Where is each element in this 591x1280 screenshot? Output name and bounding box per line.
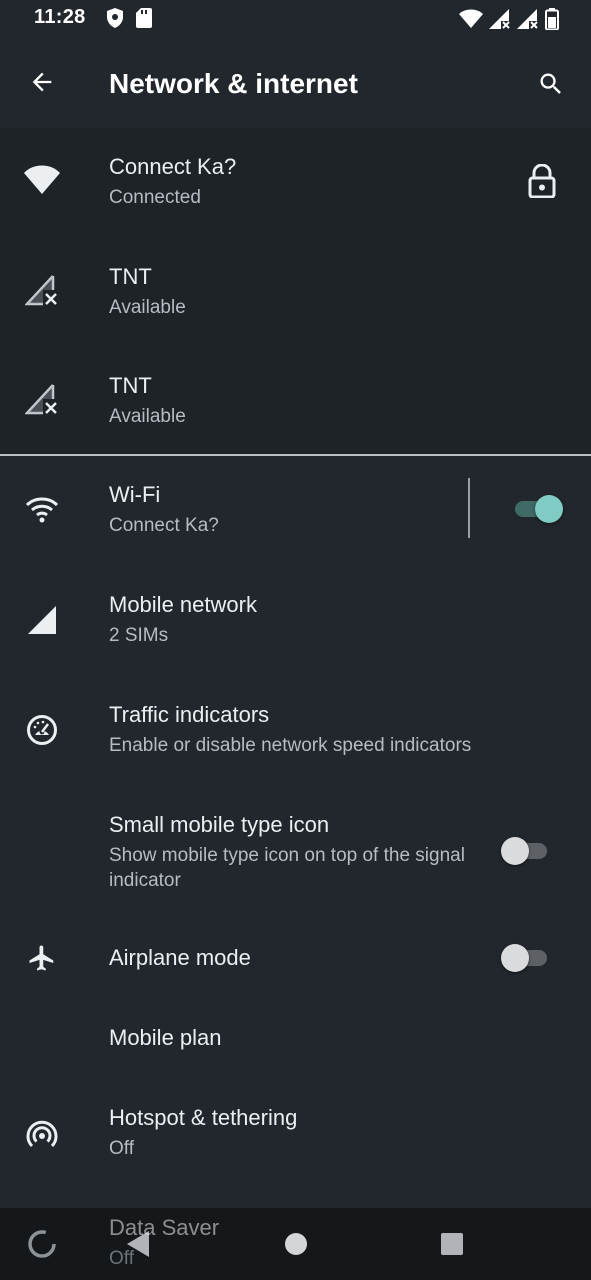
wifi-icon [24,492,60,528]
page-title: Network & internet [109,68,358,99]
data-saver-setting[interactable]: Data Saver Off [0,1205,591,1280]
cell-signal-icon [24,602,60,638]
wifi-toggle[interactable] [511,494,563,523]
wifi-title: Wi-Fi [109,482,161,507]
shield-icon [106,8,124,28]
signal-x-icon [489,9,511,29]
traffic-indicators-setting[interactable]: Traffic indicators Enable or disable net… [0,690,591,780]
wifi-toggle-separator [468,478,470,538]
small-mobile-type-icon-subtitle: Show mobile type icon on top of the sign… [109,845,465,891]
arrow-back-icon [32,72,52,92]
hotspot-tethering-setting[interactable]: Hotspot & tethering Off [0,1095,591,1185]
data-saver-title: Data Saver [109,1215,220,1240]
mobile-network-setting[interactable]: Mobile network 2 SIMs [0,580,591,670]
section-divider [0,454,591,456]
app-bar: Network & internet [0,40,591,128]
mobile-plan-setting[interactable]: Mobile plan [0,1010,591,1080]
wifi-setting[interactable]: Wi-Fi Connect Ka? [0,470,591,550]
network-item-tnt-2[interactable]: TNT Available [0,359,591,454]
small-mobile-type-icon-toggle[interactable] [501,836,551,865]
traffic-indicators-title: Traffic indicators [109,702,270,727]
network-item-connect-ka[interactable]: Connect Ka? Connected [0,140,591,250]
data-saver-subtitle: Off [109,1248,134,1269]
airplane-icon [24,940,60,976]
back-button[interactable] [24,64,60,100]
airplane-mode-toggle[interactable] [501,943,551,972]
sd-card-icon [136,8,152,28]
status-time: 11:28 [34,6,86,28]
lock-icon [527,163,557,199]
search-button[interactable] [531,64,571,104]
network-item-tnt-1[interactable]: TNT Available [0,250,591,360]
network-name: Connect Ka? [109,154,237,179]
wifi-subtitle: Connect Ka? [109,515,219,536]
hotspot-subtitle: Off [109,1138,134,1159]
network-status: Available [109,406,186,427]
network-name: TNT [109,264,152,289]
signal-no-service-icon [24,272,60,308]
hotspot-icon [24,1117,60,1153]
network-name: TNT [109,373,152,398]
mobile-plan-title: Mobile plan [109,1025,222,1050]
network-status: Available [109,297,186,318]
network-status: Connected [109,187,201,208]
battery-icon [545,8,559,30]
wifi-status-icon [459,9,483,29]
mobile-network-title: Mobile network [109,592,257,617]
speedometer-icon [24,712,60,748]
mobile-network-subtitle: 2 SIMs [109,625,169,646]
signal-no-service-icon [24,381,60,417]
status-bar: 11:28 [0,0,591,40]
small-mobile-type-icon-title: Small mobile type icon [109,812,330,837]
signal-x-icon [517,9,539,29]
wifi-full-icon [24,162,60,198]
hotspot-title: Hotspot & tethering [109,1105,298,1130]
traffic-indicators-subtitle: Enable or disable network speed indicato… [109,735,472,756]
search-icon [540,73,561,94]
airplane-mode-title: Airplane mode [109,945,251,970]
